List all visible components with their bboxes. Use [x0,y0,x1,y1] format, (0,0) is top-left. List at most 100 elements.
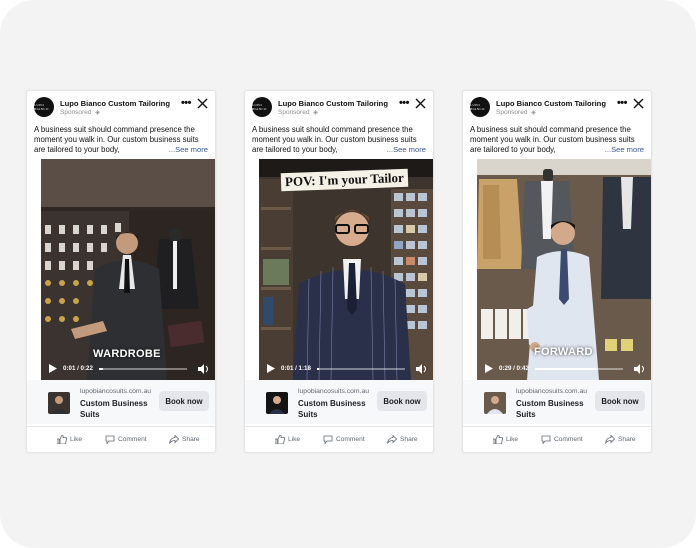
share-button[interactable]: Share [169,435,200,444]
play-icon[interactable] [267,364,275,373]
see-more-link[interactable]: ...See more [605,145,644,154]
share-label: Share [618,436,636,443]
ad-video[interactable]: POV: I'm your Tailor 0:01 / 1:18 [259,159,433,380]
close-icon[interactable] [633,98,645,110]
book-now-button[interactable]: Book now [595,391,645,411]
comment-icon [323,435,333,444]
volume-icon[interactable] [198,364,209,374]
volume-icon[interactable] [416,364,427,374]
video-progress-fill [99,368,104,370]
cta-bar[interactable]: lupobiancosuits.com.au Custom Business S… [463,380,651,424]
cta-bar[interactable]: lupobiancosuits.com.au Custom Business S… [27,380,215,424]
sponsored-text: Sponsored [496,109,528,116]
share-label: Share [182,436,200,443]
ad-video[interactable]: WARDROBE 0:01 / 0:22 [41,159,215,380]
ad-header: LUPO BIANCO Lupo Bianco Custom Tailoring… [463,91,651,123]
avatar-logo-text: LUPO BIANCO [34,103,49,111]
globe-icon: ◈ [95,110,100,116]
video-controls: 0:29 / 0:42 [477,358,651,380]
cta-domain: lupobiancosuits.com.au [298,388,370,395]
action-bar: Like Comment Share [27,426,215,452]
like-button[interactable]: Like [275,435,300,444]
globe-icon: ◈ [313,110,318,116]
more-icon[interactable]: ••• [617,97,628,109]
sponsored-label: Sponsored ◈ [278,109,318,116]
like-label: Like [288,436,301,443]
ad-header: LUPO BIANCO Lupo Bianco Custom Tailoring… [27,91,215,123]
video-controls: 0:01 / 0:22 [41,358,215,380]
share-button[interactable]: Share [387,435,418,444]
page-name[interactable]: Lupo Bianco Custom Tailoring [496,99,606,108]
see-more-link[interactable]: ...See more [169,145,208,154]
avatar[interactable]: LUPO BIANCO [470,97,490,117]
sponsored-label: Sponsored ◈ [60,109,100,116]
comment-icon [105,435,115,444]
comment-label: Comment [336,436,365,443]
video-controls: 0:01 / 1:18 [259,358,433,380]
sponsored-label: Sponsored ◈ [496,109,536,116]
video-progress-fill [317,368,319,370]
sponsored-text: Sponsored [278,109,310,116]
like-button[interactable]: Like [57,435,82,444]
globe-icon: ◈ [531,110,536,116]
more-icon[interactable]: ••• [181,97,192,109]
avatar[interactable]: LUPO BIANCO [34,97,54,117]
cta-domain: lupobiancosuits.com.au [516,388,588,395]
ad-card-3: LUPO BIANCO Lupo Bianco Custom Tailoring… [462,90,652,453]
like-button[interactable]: Like [493,435,518,444]
video-progress-fill [535,368,596,370]
like-icon [57,435,67,444]
like-label: Like [506,436,519,443]
close-icon[interactable] [415,98,427,110]
ad-header: LUPO BIANCO Lupo Bianco Custom Tailoring… [245,91,433,123]
avatar[interactable]: LUPO BIANCO [252,97,272,117]
play-icon[interactable] [49,364,57,373]
background-frame: LUPO BIANCO Lupo Bianco Custom Tailoring… [0,0,696,548]
video-frame-pov-tailor [259,159,433,380]
video-time: 0:01 / 0:22 [63,365,93,372]
cta-bar[interactable]: lupobiancosuits.com.au Custom Business S… [245,380,433,424]
volume-icon[interactable] [634,364,645,374]
like-icon [275,435,285,444]
cta-thumbnail [266,392,288,414]
comment-button[interactable]: Comment [323,435,365,444]
ad-video[interactable]: FORWARD 0:29 / 0:42 [477,159,651,380]
ad-card-1: LUPO BIANCO Lupo Bianco Custom Tailoring… [26,90,216,453]
video-progress-bar[interactable] [535,368,623,370]
cta-title: Custom Business Suits [80,399,148,419]
share-icon [387,435,397,444]
page-name[interactable]: Lupo Bianco Custom Tailoring [278,99,388,108]
cta-thumbnail [484,392,506,414]
like-label: Like [70,436,83,443]
avatar-logo-text: LUPO BIANCO [252,103,267,111]
book-now-button[interactable]: Book now [377,391,427,411]
share-label: Share [400,436,418,443]
cta-thumbnail [48,392,70,414]
cta-title: Custom Business Suits [298,399,366,419]
cta-title: Custom Business Suits [516,399,584,419]
comment-icon [541,435,551,444]
avatar-logo-text: LUPO BIANCO [470,103,485,111]
video-frame-wardrobe [41,159,215,380]
video-progress-bar[interactable] [317,368,405,370]
comment-label: Comment [118,436,147,443]
like-icon [493,435,503,444]
comment-button[interactable]: Comment [541,435,583,444]
see-more-link[interactable]: ...See more [387,145,426,154]
video-progress-bar[interactable] [99,368,187,370]
video-overlay-caption: FORWARD [534,346,593,358]
sponsored-text: Sponsored [60,109,92,116]
more-icon[interactable]: ••• [399,97,410,109]
close-icon[interactable] [197,98,209,110]
play-icon[interactable] [485,364,493,373]
book-now-button[interactable]: Book now [159,391,209,411]
share-icon [169,435,179,444]
share-icon [605,435,615,444]
video-time: 0:01 / 1:18 [281,365,311,372]
share-button[interactable]: Share [605,435,636,444]
page-name[interactable]: Lupo Bianco Custom Tailoring [60,99,170,108]
comment-label: Comment [554,436,583,443]
action-bar: Like Comment Share [463,426,651,452]
comment-button[interactable]: Comment [105,435,147,444]
video-time: 0:29 / 0:42 [499,365,529,372]
